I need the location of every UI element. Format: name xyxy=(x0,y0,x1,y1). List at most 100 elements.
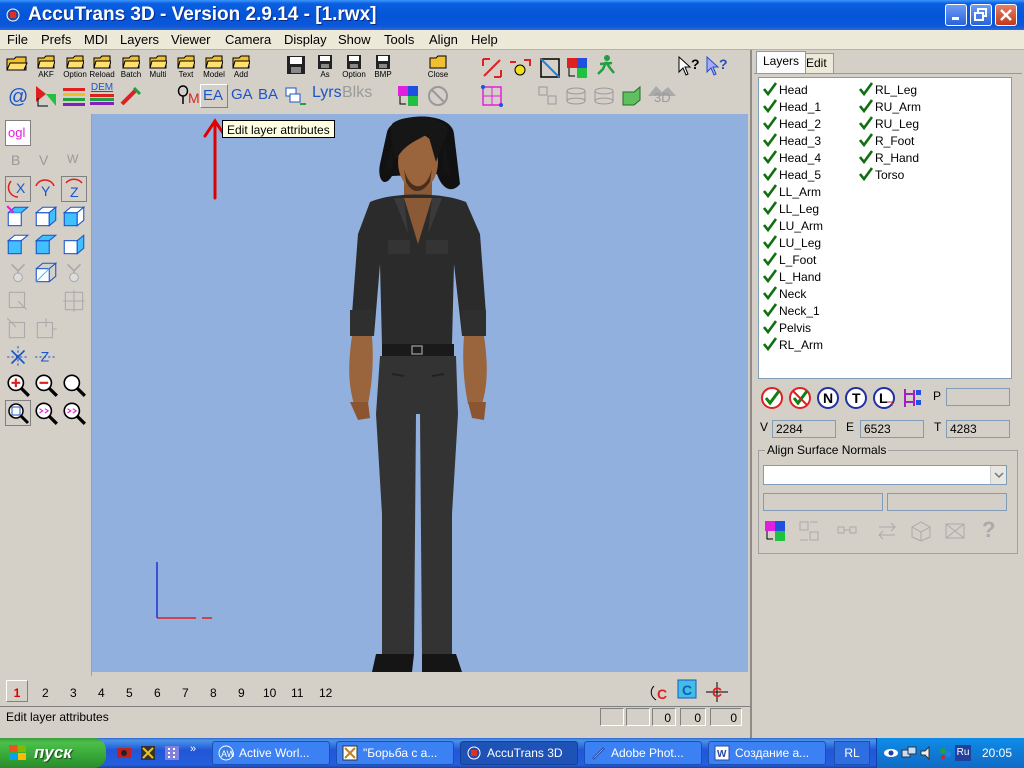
task-photoshop[interactable]: Adobe Phot... xyxy=(584,741,702,765)
layers-button[interactable]: Lyrs xyxy=(312,82,342,108)
batch-button[interactable]: Batch xyxy=(117,54,145,84)
mesh-m-button[interactable]: M xyxy=(176,84,200,108)
uncheck-all-icon[interactable] xyxy=(788,386,812,410)
layer-item[interactable]: RU_Arm xyxy=(859,99,921,116)
layer-item[interactable]: Torso xyxy=(859,167,904,184)
layer-item[interactable]: Head xyxy=(763,82,808,99)
task-active-worlds[interactable]: AW Active Worl... xyxy=(212,741,330,765)
link-layer-button[interactable]: L xyxy=(872,386,896,410)
quicklaunch-app-icon[interactable] xyxy=(140,745,156,761)
zoom-fit-icon[interactable] xyxy=(33,400,59,426)
zoom-window-button[interactable] xyxy=(5,400,31,426)
frame-select-icon[interactable] xyxy=(5,288,31,314)
layer-item[interactable]: Neck_1 xyxy=(763,303,820,320)
eye-icon[interactable] xyxy=(883,745,899,761)
scale-icon[interactable] xyxy=(5,316,31,342)
save-bmp-button[interactable]: BMP xyxy=(369,54,397,84)
cylinder-alt-icon[interactable] xyxy=(592,84,616,108)
reload-button[interactable]: Reload xyxy=(88,54,116,84)
align-grid-icon[interactable] xyxy=(797,519,821,543)
cylinder-icon[interactable] xyxy=(564,84,588,108)
open-button[interactable] xyxy=(5,54,29,84)
maximize-button[interactable] xyxy=(970,4,992,26)
light-icon[interactable] xyxy=(5,260,31,286)
align-envelope-icon[interactable] xyxy=(943,519,967,543)
opengl-button[interactable]: ogl xyxy=(5,120,31,146)
color-swap-icon[interactable] xyxy=(396,84,420,108)
tray-language[interactable]: Ru xyxy=(955,745,971,761)
p-field[interactable] xyxy=(946,388,1010,406)
figure-pose-icon[interactable] xyxy=(594,54,618,78)
page-10[interactable]: 10 xyxy=(263,686,276,700)
edit-attributes-button[interactable]: EA xyxy=(200,84,228,108)
check-all-icon[interactable] xyxy=(760,386,784,410)
close-button[interactable] xyxy=(995,4,1017,26)
tab-layers[interactable]: Layers xyxy=(756,51,807,73)
move-node-icon[interactable] xyxy=(508,56,532,80)
close-file-button[interactable]: Close xyxy=(424,54,452,84)
layer-item[interactable]: RL_Arm xyxy=(763,337,823,354)
quicklaunch-game-icon[interactable] xyxy=(116,745,132,761)
cube-top-icon[interactable] xyxy=(33,232,59,258)
quicklaunch-grid-icon[interactable] xyxy=(164,745,180,761)
page-8[interactable]: 8 xyxy=(210,686,217,700)
align-swap-icon[interactable] xyxy=(875,519,899,543)
terrain-3d-button[interactable]: 3D xyxy=(648,84,678,108)
layer-item[interactable]: LU_Arm xyxy=(763,218,823,235)
rainbow-lines-icon[interactable] xyxy=(62,84,86,108)
cube-front-icon[interactable] xyxy=(33,204,59,230)
cube-view-icon[interactable] xyxy=(5,204,31,230)
transform-arrows-icon[interactable] xyxy=(480,56,504,80)
align-box-icon[interactable] xyxy=(909,519,933,543)
menu-viewer[interactable]: Viewer xyxy=(171,32,211,47)
layer-item[interactable]: R_Hand xyxy=(859,150,919,167)
green-box-icon[interactable] xyxy=(620,84,644,108)
dropdown-arrow[interactable] xyxy=(990,466,1006,484)
layer-item[interactable]: Pelvis xyxy=(763,320,811,337)
help-pointer-icon[interactable]: ? xyxy=(676,54,702,80)
layer-item[interactable]: Head_5 xyxy=(763,167,821,184)
start-button[interactable]: пуск xyxy=(0,738,106,768)
layer-item[interactable]: Head_3 xyxy=(763,133,821,150)
layer-item[interactable]: LU_Leg xyxy=(763,235,821,252)
save-button[interactable] xyxy=(284,54,308,84)
bounding-box-icon[interactable] xyxy=(538,56,562,80)
layer-item[interactable]: LL_Arm xyxy=(763,184,821,201)
layer-item[interactable]: Head_1 xyxy=(763,99,821,116)
menu-display[interactable]: Display xyxy=(284,32,327,47)
cube-back-icon[interactable] xyxy=(5,232,31,258)
paint-brush-icon[interactable] xyxy=(118,84,142,108)
speaker-icon[interactable] xyxy=(919,745,935,761)
menu-prefs[interactable]: Prefs xyxy=(41,32,71,47)
layer-item[interactable]: LL_Leg xyxy=(763,201,819,218)
language-bar[interactable]: RL xyxy=(834,741,870,765)
context-help-icon[interactable]: ? xyxy=(704,54,730,80)
at-sign-icon[interactable]: @ xyxy=(6,84,30,108)
layer-item[interactable]: L_Hand xyxy=(763,269,821,286)
camera-reset-icon[interactable]: C xyxy=(676,678,700,702)
menu-camera[interactable]: Camera xyxy=(225,32,271,47)
no-entry-icon[interactable] xyxy=(426,84,450,108)
menu-layers[interactable]: Layers xyxy=(120,32,159,47)
z-axis-icon[interactable]: Z xyxy=(33,344,59,370)
quicklaunch-more-icon[interactable]: » xyxy=(190,743,196,755)
block-attributes-button[interactable]: BA xyxy=(258,86,278,103)
save-option-button[interactable]: Option xyxy=(340,54,368,84)
scale-alt-icon[interactable] xyxy=(33,316,59,342)
multi-button[interactable]: Multi xyxy=(145,54,171,84)
menu-show[interactable]: Show xyxy=(338,32,371,47)
layer-stack-icon[interactable] xyxy=(284,84,308,108)
node-grid-icon[interactable] xyxy=(480,84,504,108)
color-swap-icon[interactable] xyxy=(565,56,589,80)
frame-alt-icon[interactable] xyxy=(61,288,87,314)
layer-item[interactable]: L_Foot xyxy=(763,252,816,269)
page-11[interactable]: 11 xyxy=(291,686,303,700)
task-accutrans[interactable]: AccuTrans 3D xyxy=(460,741,578,765)
view-w-button[interactable]: W xyxy=(61,148,87,174)
view-v-button[interactable]: V xyxy=(33,148,59,174)
model-button[interactable]: Model xyxy=(200,54,228,84)
cube-side-icon[interactable] xyxy=(61,204,87,230)
layer-item[interactable]: Neck xyxy=(763,286,806,303)
open-option-button[interactable]: Option xyxy=(61,54,89,84)
page-2[interactable]: 2 xyxy=(42,686,49,700)
